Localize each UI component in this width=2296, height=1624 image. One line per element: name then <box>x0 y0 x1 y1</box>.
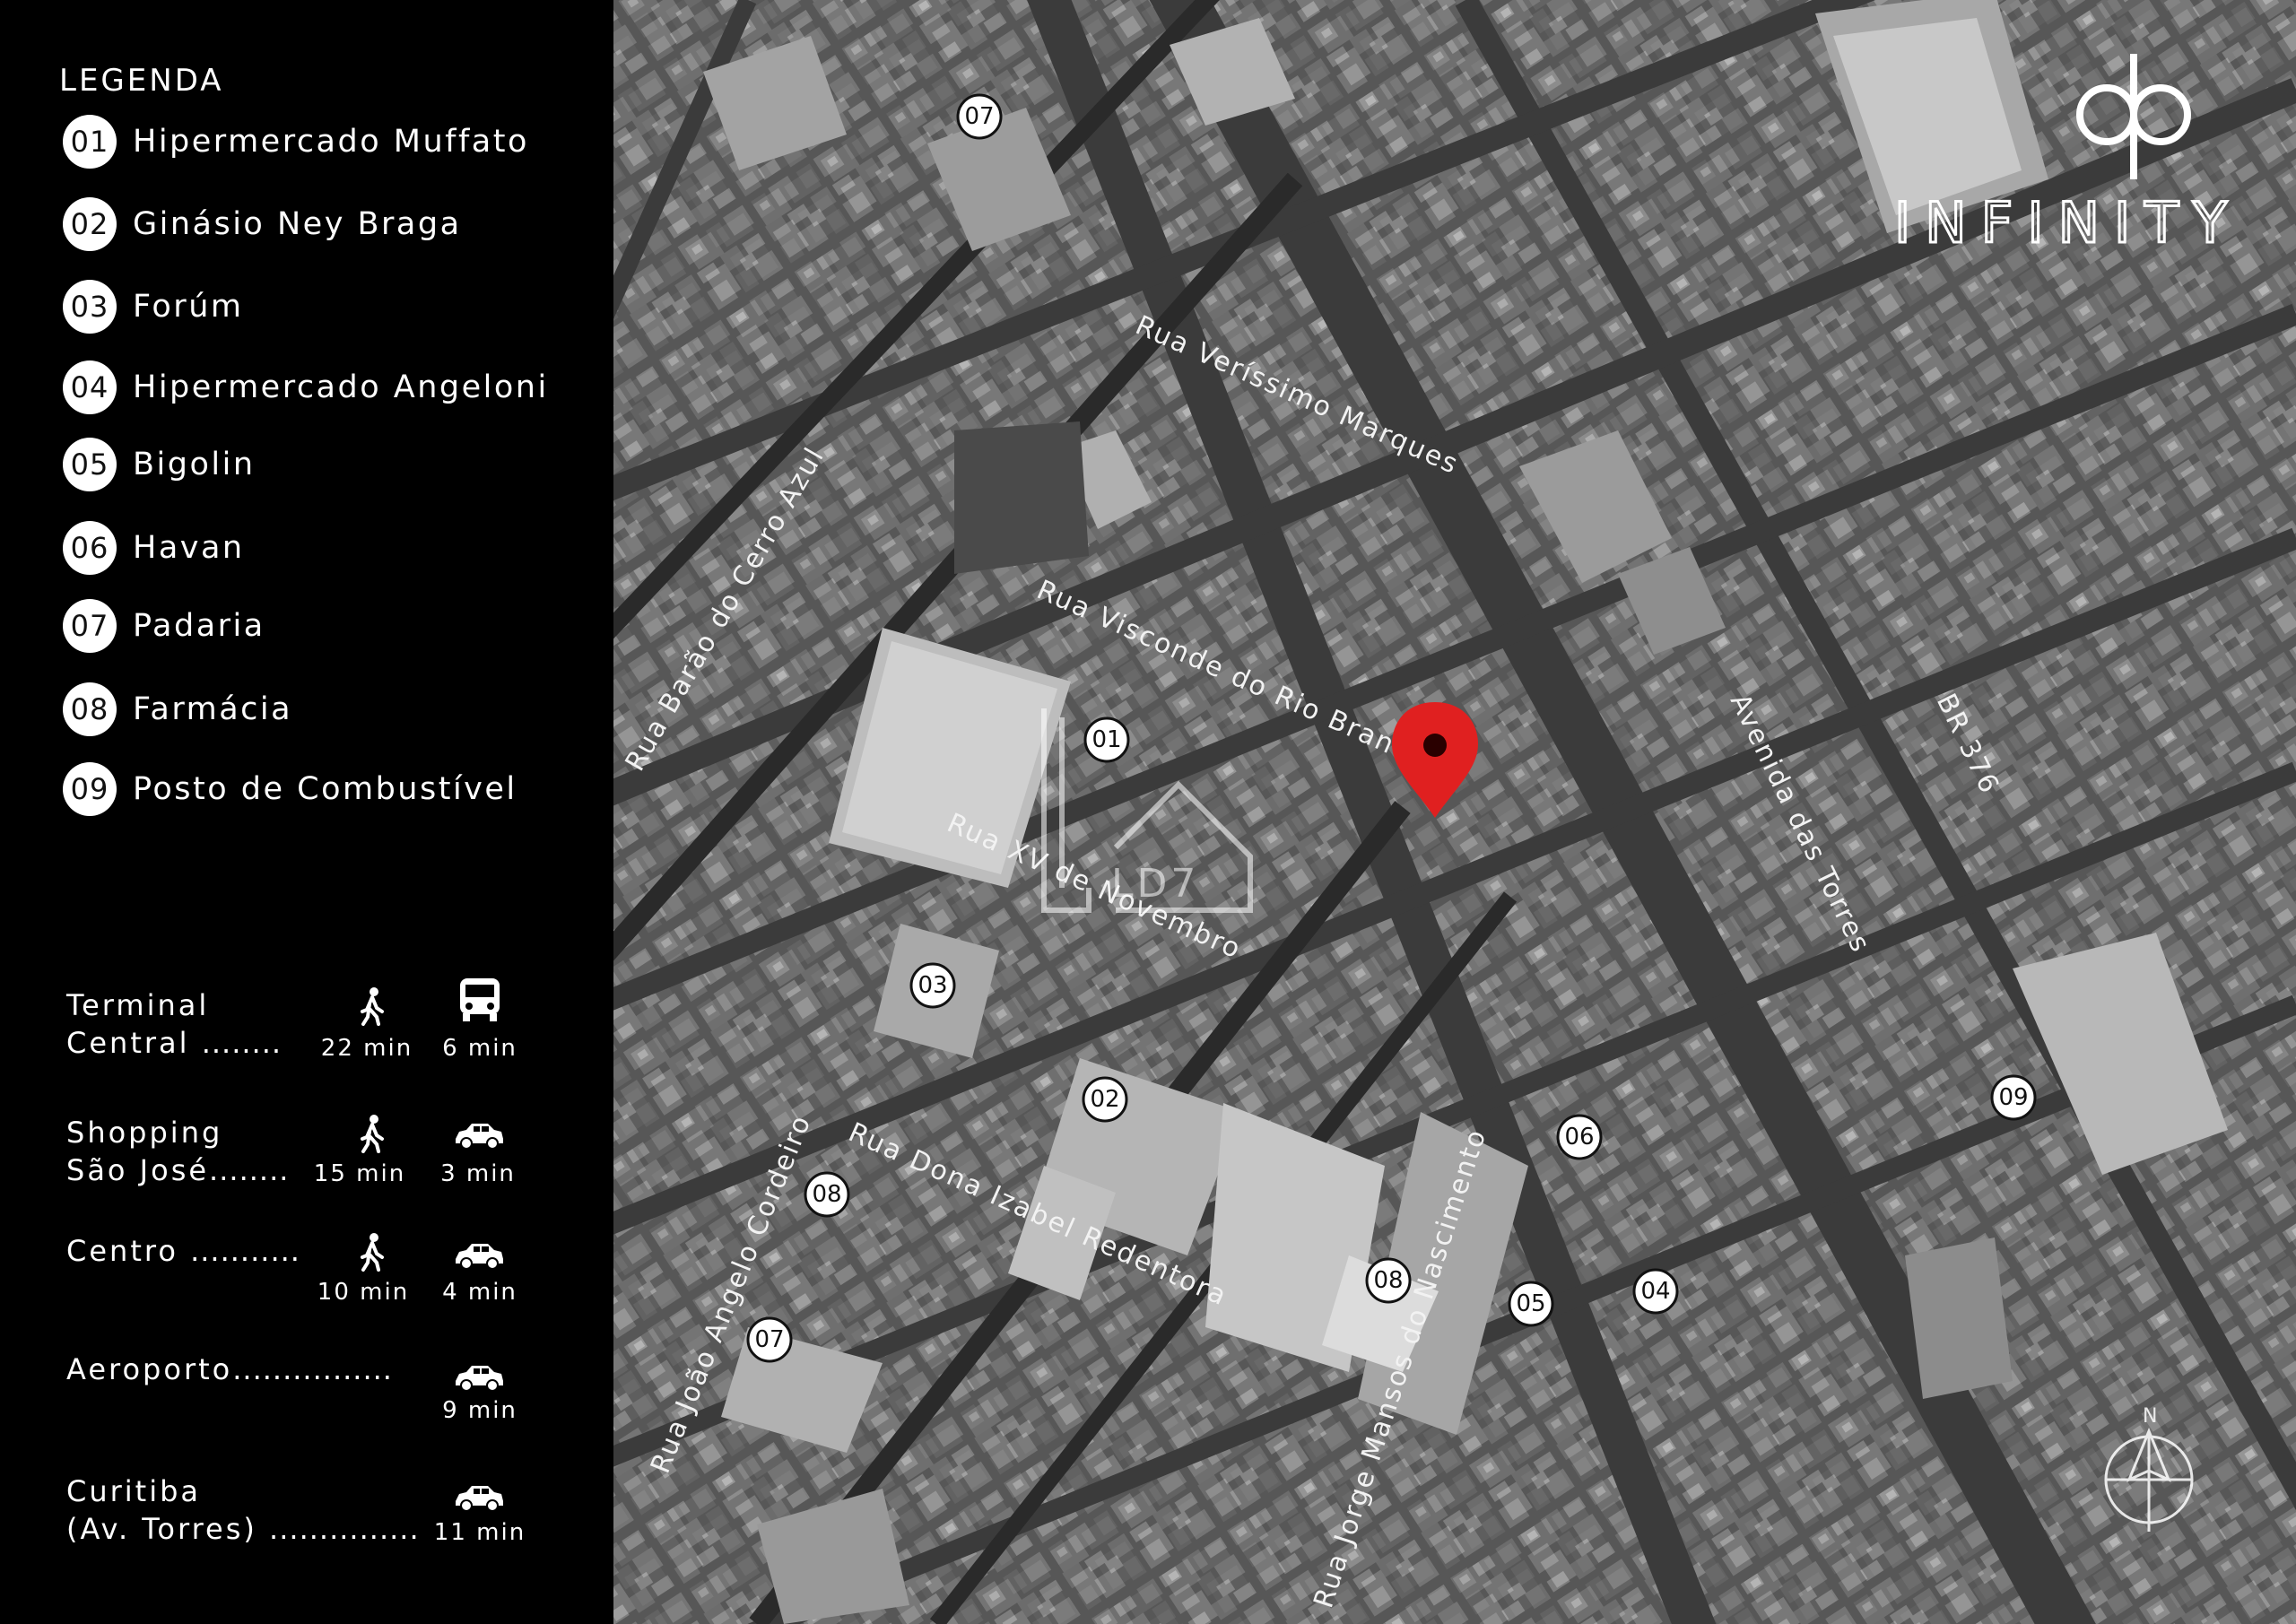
distance-row: Aeroporto................ <box>66 1350 393 1388</box>
marker-label: 02 <box>1090 1086 1119 1113</box>
watermark-text: LD7 <box>1111 861 1199 907</box>
brand-name: INFINITY <box>1894 190 2241 256</box>
distance-row: Curitiba (Av. Torres) ............... <box>66 1472 420 1548</box>
distance-row: Terminal Central ........ <box>66 986 282 1062</box>
marker-label: 07 <box>754 1326 784 1353</box>
marker-label: 08 <box>1373 1267 1403 1294</box>
destination-line1: Curitiba <box>66 1474 202 1508</box>
vehicle-time: 11 min <box>433 1519 526 1546</box>
legend-label: Padaria <box>133 608 265 644</box>
legend-label: Bigolin <box>133 447 256 482</box>
bus-icon <box>460 978 500 1021</box>
legend-label: Ginásio Ney Braga <box>133 206 462 242</box>
legend-item: 02 Ginásio Ney Braga <box>63 195 462 253</box>
legend-number: 03 <box>63 280 117 334</box>
marker-label: 04 <box>1640 1278 1670 1305</box>
destination-line1: Shopping <box>66 1116 223 1150</box>
leader-dots: ................ <box>232 1352 393 1386</box>
marker[interactable]: 01 <box>1083 716 1130 763</box>
destination-line2: (Av. Torres) <box>66 1512 257 1546</box>
legend-item: 03 Forúm <box>63 278 243 335</box>
marker[interactable]: 05 <box>1508 1281 1554 1327</box>
legend-label: Hipermercado Angeloni <box>133 369 549 405</box>
legend-number: 09 <box>63 762 117 816</box>
marker-label: 08 <box>812 1181 841 1208</box>
marker[interactable]: 04 <box>1632 1268 1679 1315</box>
aerial-map[interactable]: Rua Veríssimo Marques Rua Visconde do Ri… <box>613 0 2296 1624</box>
distance-row: Centro ........... <box>66 1232 300 1270</box>
leader-dots: ........ <box>209 1153 290 1187</box>
legend-label: Havan <box>133 530 245 566</box>
vehicle-time: 3 min <box>440 1160 516 1187</box>
destination-line2: Aeroporto <box>66 1352 233 1386</box>
legend-number: 08 <box>63 682 117 736</box>
legend-item: 01 Hipermercado Muffato <box>63 113 529 170</box>
marker[interactable]: 08 <box>804 1171 850 1218</box>
legend-item: 09 Posto de Combustível <box>63 760 517 818</box>
walk-icon <box>361 987 384 1026</box>
walk-icon <box>361 1115 384 1153</box>
destination-line2: São José <box>66 1153 210 1187</box>
legend-item: 05 Bigolin <box>63 436 256 493</box>
marker-label: 06 <box>1564 1124 1594 1151</box>
walk-icon <box>361 1233 384 1272</box>
legend-number: 02 <box>63 197 117 251</box>
legend-label: Farmácia <box>133 691 293 727</box>
legend-number: 01 <box>63 115 117 169</box>
marker[interactable]: 09 <box>1990 1074 2037 1121</box>
destination-line2: Centro <box>66 1234 178 1268</box>
marker-label: 09 <box>1998 1084 2028 1111</box>
car-icon <box>456 1244 503 1270</box>
legend-title: LEGENDA <box>59 63 224 99</box>
leader-dots: ............... <box>269 1512 420 1546</box>
car-icon <box>456 1124 503 1150</box>
walk-time: 15 min <box>313 1160 406 1187</box>
marker-label: 03 <box>918 972 947 999</box>
marker-label: 05 <box>1516 1290 1545 1317</box>
vehicle-time: 6 min <box>442 1035 517 1062</box>
car-icon <box>456 1366 503 1392</box>
legend-item: 06 Havan <box>63 519 245 577</box>
walk-time: 10 min <box>317 1279 410 1306</box>
marker-label: 01 <box>1091 726 1121 753</box>
marker[interactable]: 06 <box>1556 1114 1603 1160</box>
destination-line2: Central <box>66 1026 190 1060</box>
leader-dots: ........ <box>201 1026 283 1060</box>
legend-number: 07 <box>63 599 117 653</box>
legend-number: 06 <box>63 521 117 575</box>
marker[interactable]: 07 <box>746 1316 793 1363</box>
car-icon <box>456 1486 503 1512</box>
legend-item: 07 Padaria <box>63 597 265 655</box>
legend-number: 05 <box>63 438 117 491</box>
legend-label: Hipermercado Muffato <box>133 124 529 160</box>
legend-item: 08 Farmácia <box>63 681 292 738</box>
leader-dots: ........... <box>190 1234 300 1268</box>
vehicle-time: 9 min <box>442 1397 517 1424</box>
walk-time: 22 min <box>320 1035 413 1062</box>
legend-label: Posto de Combustível <box>133 771 517 807</box>
marker-label: 07 <box>964 103 994 130</box>
vehicle-time: 4 min <box>442 1279 517 1306</box>
legend-label: Forúm <box>133 289 244 325</box>
legend-item: 04 Hipermercado Angeloni <box>63 359 549 416</box>
legend-number: 04 <box>63 360 117 414</box>
marker[interactable]: 03 <box>909 962 956 1009</box>
legend-panel: LEGENDA 01 Hipermercado Muffato 02 Ginás… <box>0 0 613 1624</box>
marker[interactable]: 08 <box>1365 1257 1412 1304</box>
marker[interactable]: 07 <box>956 93 1003 140</box>
map-canvas: Rua Veríssimo Marques Rua Visconde do Ri… <box>613 0 2296 1624</box>
marker[interactable]: 02 <box>1082 1076 1128 1123</box>
distance-row: Shopping São José........ <box>66 1114 289 1189</box>
destination-line1: Terminal <box>66 988 210 1022</box>
compass-north-label: N <box>2143 1405 2157 1428</box>
